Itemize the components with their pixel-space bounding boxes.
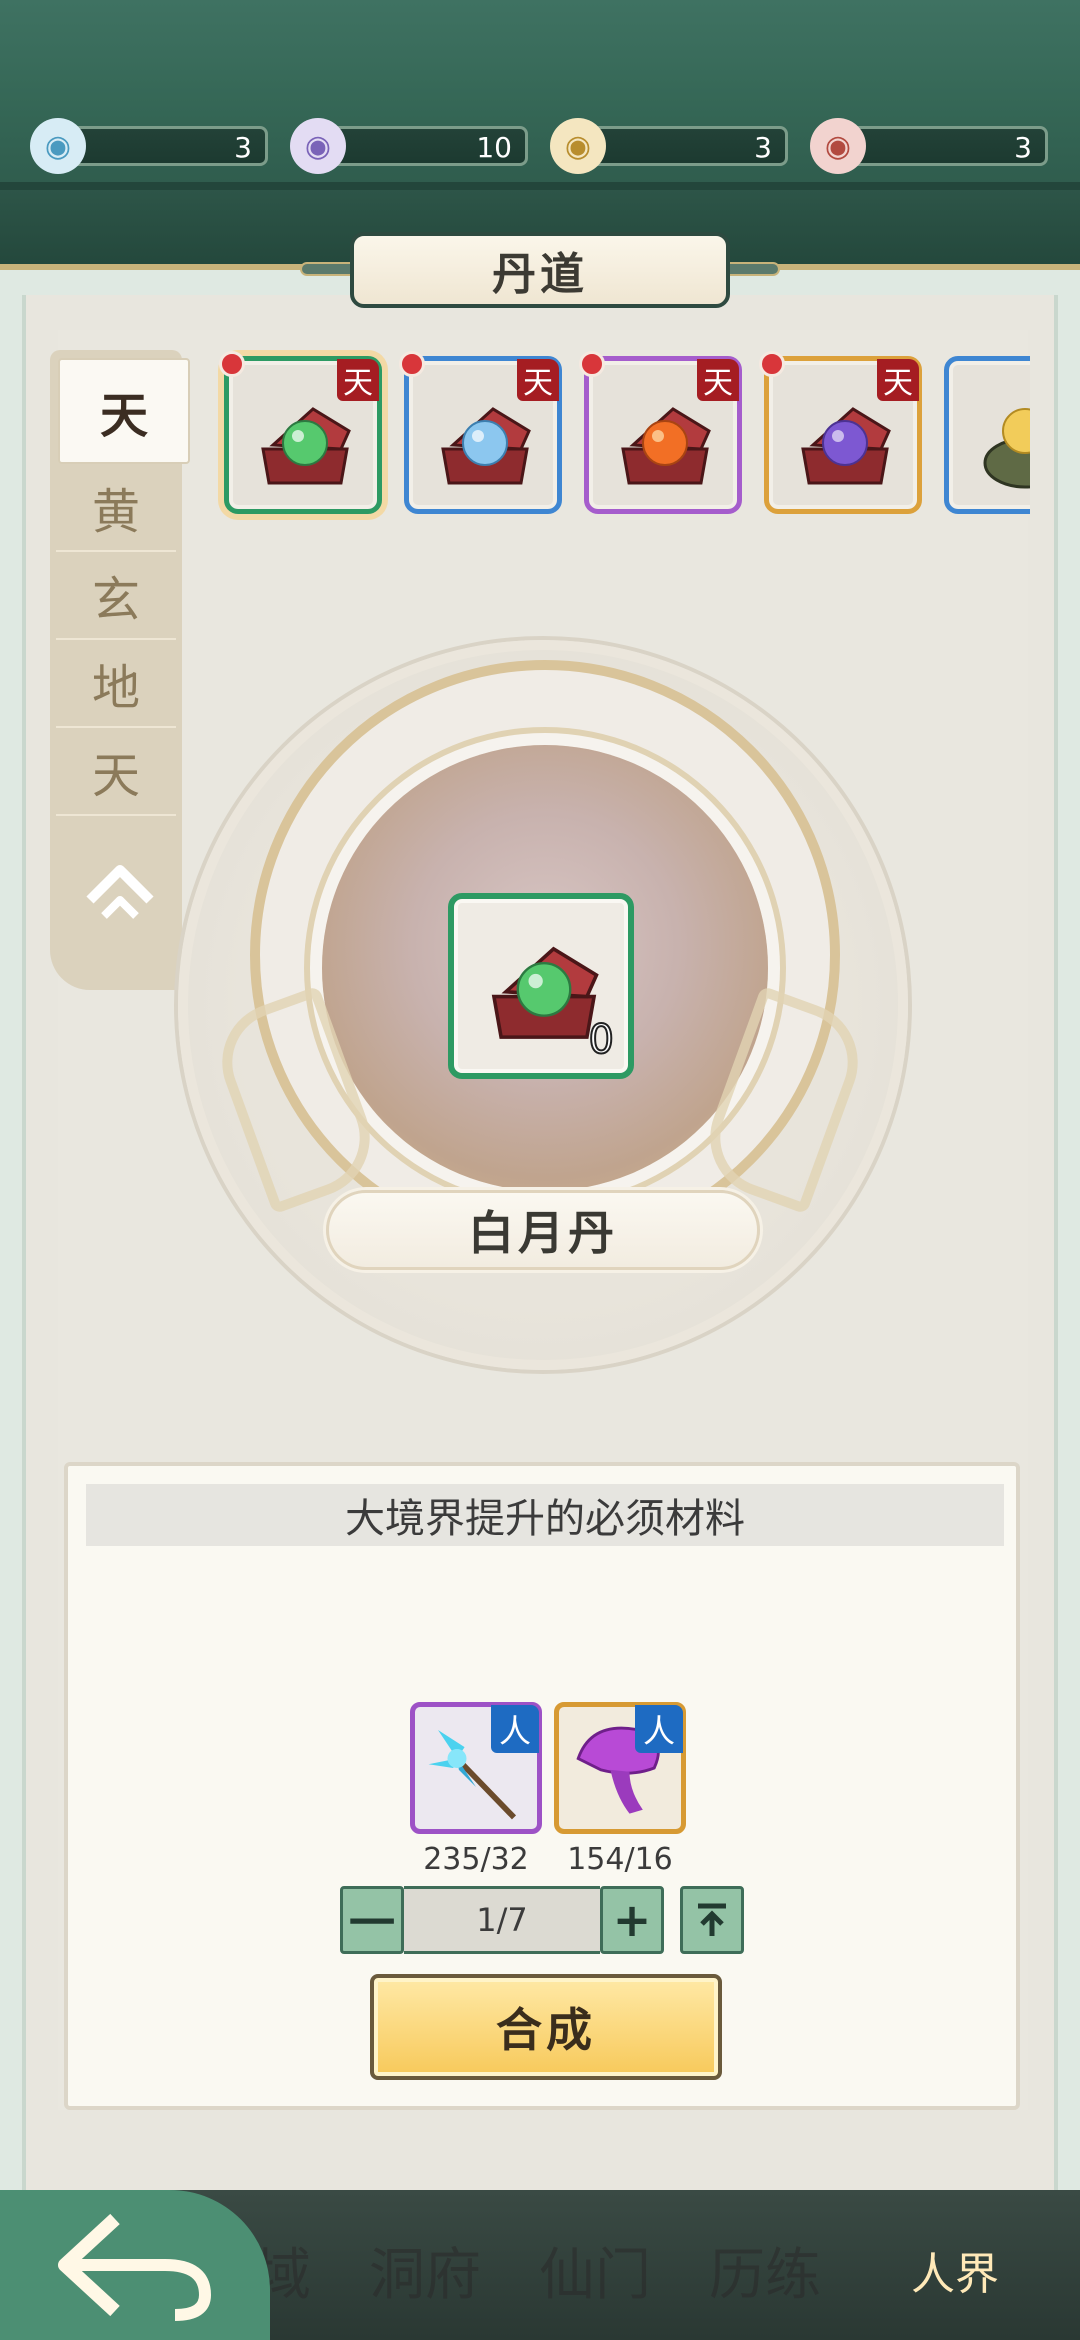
tab-tier-tian[interactable]: 天 — [56, 728, 176, 816]
tier-badge: 天 — [877, 359, 919, 401]
red-dot-indicator — [579, 351, 605, 377]
resource-red[interactable]: ◉ 3 — [810, 118, 1050, 174]
nav-item-lilian[interactable]: 历练 — [690, 2200, 840, 2340]
elixir-card-orange[interactable]: 天 — [579, 351, 742, 514]
red-dot-indicator — [759, 351, 785, 377]
elixir-card-purple[interactable]: 天 — [759, 351, 922, 514]
page-title-plate: 丹道 — [350, 232, 730, 308]
nav-item-xianmen[interactable]: 仙门 — [520, 2200, 670, 2340]
elixir-card-cauldron[interactable] — [944, 356, 1030, 514]
elixir-card-blue[interactable]: 天 — [399, 351, 562, 514]
back-button[interactable] — [0, 2190, 270, 2340]
combine-button[interactable]: 合成 — [370, 1974, 722, 2080]
tier-badge: 人 — [635, 1705, 683, 1753]
elixir-name: 白月丹 — [468, 1206, 618, 1260]
materials-title: 大境界提升的必须材料 — [86, 1484, 1004, 1546]
materials-panel: 大境界提升的必须材料 人 235/32 人 154/16 一 1/7 + 合成 — [64, 1462, 1020, 2110]
cauldron-icon — [983, 408, 1030, 489]
tier-badge: 人 — [491, 1705, 539, 1753]
elixir-name-plate: 白月丹 — [326, 1190, 760, 1270]
max-button[interactable] — [680, 1886, 744, 1954]
increase-button[interactable]: + — [600, 1886, 664, 1954]
elixir-list: 天 天 天 天 — [212, 350, 1030, 520]
tab-tier-huang[interactable]: 黄 — [56, 464, 176, 552]
top-resource-bar: ◉ 3 ◉ 10 ◉ 3 ◉ 3 — [0, 0, 1080, 190]
collapse-up-icon[interactable] — [80, 850, 160, 930]
chest-orb-icon — [441, 407, 531, 485]
nav-item-dongfu[interactable]: 洞府 — [350, 2200, 500, 2340]
red-spirit-icon: ◉ — [810, 118, 866, 174]
tab-tier-di[interactable]: 地 — [56, 640, 176, 728]
tab-tier-active[interactable]: 天 — [58, 358, 190, 464]
tier-badge: 天 — [697, 359, 739, 401]
resource-value: 3 — [234, 131, 252, 164]
decrease-button[interactable]: 一 — [340, 1886, 404, 1954]
chest-orb-icon — [261, 407, 351, 485]
tier-badge: 天 — [337, 359, 379, 401]
blue-spirit-icon: ◉ — [30, 118, 86, 174]
nav-item-renjie[interactable]: 人界 — [880, 2200, 1030, 2340]
max-arrow-icon — [698, 1903, 726, 1936]
resource-value: 10 — [476, 131, 512, 164]
chest-orb-icon — [621, 407, 711, 485]
gold-spirit-icon: ◉ — [550, 118, 606, 174]
chest-orb-icon — [801, 407, 891, 485]
elixir-card-green[interactable]: 天 — [219, 351, 382, 514]
tier-badge: 天 — [517, 359, 559, 401]
resource-purple[interactable]: ◉ 10 — [290, 118, 530, 174]
resource-blue[interactable]: ◉ 3 — [30, 118, 270, 174]
tab-tier-xuan[interactable]: 玄 — [56, 552, 176, 640]
selected-elixir[interactable]: 0 — [448, 893, 634, 1079]
resource-value: 3 — [754, 131, 772, 164]
resource-gold[interactable]: ◉ 3 — [550, 118, 790, 174]
material-count: 154/16 — [567, 1842, 673, 1877]
material-count: 235/32 — [423, 1842, 529, 1877]
quantity-value: 1/7 — [404, 1886, 600, 1954]
page-title: 丹道 — [492, 249, 588, 300]
red-dot-indicator — [399, 351, 425, 377]
material-slot-mushroom[interactable]: 人 — [554, 1702, 686, 1834]
red-dot-indicator — [219, 351, 245, 377]
tier-tabs: 天 黄 玄 地 天 — [50, 350, 190, 990]
purple-spirit-icon: ◉ — [290, 118, 346, 174]
material-slot-flower[interactable]: 人 — [410, 1702, 542, 1834]
owned-count: 0 — [588, 1016, 615, 1064]
resource-value: 3 — [1014, 131, 1032, 164]
chest-orb-icon — [491, 946, 599, 1039]
back-arrow-icon — [58, 2213, 212, 2321]
